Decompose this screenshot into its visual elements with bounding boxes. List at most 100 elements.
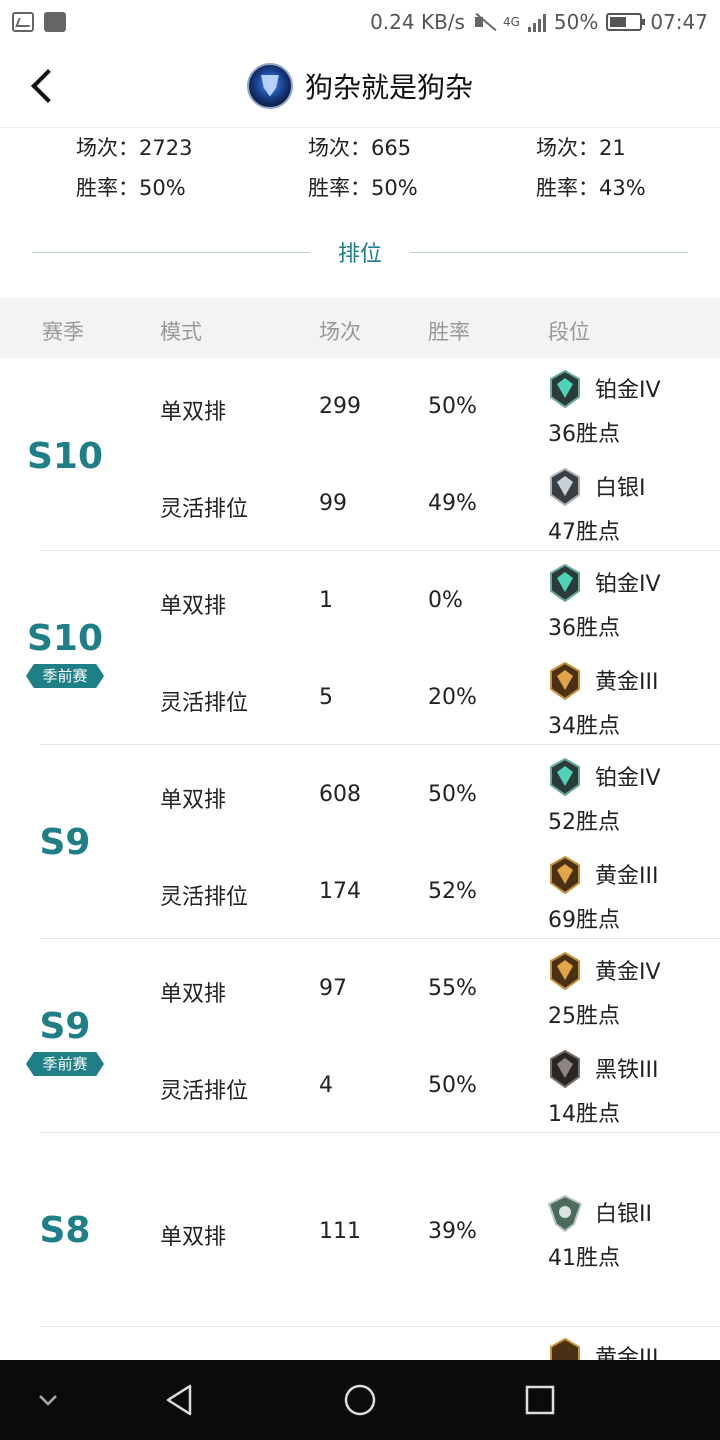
winrate: 20% <box>428 685 477 710</box>
summary-games: 场次：2723 <box>76 136 193 160</box>
gold-emblem-icon <box>550 662 580 700</box>
winrate: 39% <box>428 1219 477 1244</box>
header-games: 场次 <box>319 320 361 344</box>
season-block[interactable]: S9 单双排 608 50% 铂金IV 52胜点 灵活排位 174 52% 黄金… <box>0 746 720 940</box>
winrate: 50% <box>428 782 477 807</box>
home-circle-icon[interactable] <box>340 1380 380 1420</box>
points: 36胜点 <box>548 422 620 447</box>
silver-emblem-icon <box>550 468 580 506</box>
tier: 铂金IV <box>595 766 661 791</box>
summary-games: 场次：665 <box>308 136 412 160</box>
winrate: 55% <box>428 976 477 1001</box>
tier: 黑铁III <box>595 1058 659 1083</box>
row-divider <box>40 1326 720 1327</box>
winrate: 52% <box>428 879 477 904</box>
tier: 白银I <box>595 476 646 501</box>
mode: 灵活排位 <box>160 1079 249 1104</box>
collapse-icon[interactable] <box>28 1380 68 1420</box>
games: 608 <box>319 782 361 807</box>
season-block[interactable]: S10 季前赛 单双排 1 0% 铂金IV 36胜点 灵活排位 5 20% 黄金… <box>0 552 720 746</box>
summary-winrate: 胜率：50% <box>76 176 186 200</box>
games: 5 <box>319 685 333 710</box>
summary-games: 场次：21 <box>536 136 626 160</box>
games: 4 <box>319 1073 333 1098</box>
points: 36胜点 <box>548 616 620 641</box>
row-divider <box>40 550 720 551</box>
section-ranked: 排位 <box>32 232 689 272</box>
summary-col-3: 场次：21 胜率：43% <box>536 128 646 208</box>
row-divider <box>40 938 720 939</box>
section-title: 排位 <box>338 242 383 267</box>
row-divider <box>40 744 720 745</box>
mode: 灵活排位 <box>160 691 249 716</box>
battery-percent: 50% <box>553 10 599 34</box>
gallery-icon <box>12 12 34 32</box>
battery-icon <box>606 13 646 31</box>
status-bar: 0.24 KB/s 4G 50% 07:47 <box>0 0 720 44</box>
tier: 黄金III <box>595 864 659 889</box>
games: 99 <box>319 491 347 516</box>
row-divider <box>40 1132 720 1133</box>
back-triangle-icon[interactable] <box>160 1380 200 1420</box>
signal-icon <box>527 12 546 32</box>
season-block[interactable]: S9 季前赛 单双排 97 55% 黄金IV 25胜点 灵活排位 4 50% 黑… <box>0 940 720 1134</box>
platinum-emblem-icon <box>550 370 580 408</box>
games: 174 <box>319 879 361 904</box>
recents-square-icon[interactable] <box>520 1380 560 1420</box>
summary-col-2: 场次：665 胜率：50% <box>308 128 418 208</box>
divider-line <box>410 251 689 253</box>
tier: 铂金IV <box>595 378 661 403</box>
season-block[interactable]: S8 单双排 111 39% 白银II 41胜点 <box>0 1134 720 1328</box>
mode: 单双排 <box>160 982 227 1007</box>
points: 52胜点 <box>548 810 620 835</box>
summary-winrate: 胜率：43% <box>536 176 646 200</box>
season-block[interactable]: S10 单双排 299 50% 铂金IV 36胜点 灵活排位 99 49% 白银… <box>0 358 720 552</box>
games: 1 <box>319 588 333 613</box>
season-label: S9 <box>39 1006 91 1047</box>
header-season: 赛季 <box>42 320 84 344</box>
silver-emblem-icon <box>548 1194 582 1232</box>
tier: 铂金IV <box>595 572 661 597</box>
season-label: S10 <box>26 618 104 659</box>
summary-winrate: 胜率：50% <box>308 176 418 200</box>
winrate: 50% <box>428 394 477 419</box>
gold-emblem-icon <box>550 856 580 894</box>
points: 41胜点 <box>548 1246 620 1271</box>
header-rank: 段位 <box>548 320 590 344</box>
tier: 黄金IV <box>595 960 661 985</box>
winrate: 50% <box>428 1073 477 1098</box>
activity-icon <box>44 12 66 32</box>
games: 299 <box>319 394 361 419</box>
mode: 灵活排位 <box>160 497 249 522</box>
summary-stats: 场次：2723 胜率：50% 场次：665 胜率：50% 场次：21 胜率：43… <box>0 128 720 208</box>
mode: 单双排 <box>160 1225 227 1250</box>
gold-emblem-icon <box>550 952 580 990</box>
avatar[interactable] <box>246 62 293 109</box>
clock: 07:47 <box>650 10 708 34</box>
season-label: S8 <box>39 1210 91 1251</box>
preseason-badge: 季前赛 <box>26 1052 104 1076</box>
page-title: 狗杂就是狗杂 <box>304 70 473 104</box>
summary-col-1: 场次：2723 胜率：50% <box>76 128 192 208</box>
mode: 单双排 <box>160 400 227 425</box>
tier: 白银II <box>595 1202 652 1227</box>
season-label: S10 <box>26 436 104 477</box>
screen: 0.24 KB/s 4G 50% 07:47 狗杂就是狗杂 场次：2723 胜率… <box>0 0 720 1440</box>
network-speed: 0.24 KB/s <box>370 10 465 34</box>
divider-line <box>32 251 310 253</box>
games: 97 <box>319 976 347 1001</box>
season-label: S9 <box>39 822 91 863</box>
network-type: 4G <box>502 15 520 29</box>
app-header: 狗杂就是狗杂 <box>0 44 720 128</box>
back-arrow-icon[interactable] <box>26 66 66 106</box>
winrate: 49% <box>428 491 477 516</box>
mode: 灵活排位 <box>160 885 249 910</box>
games: 111 <box>319 1219 361 1244</box>
points: 69胜点 <box>548 908 620 933</box>
winrate: 0% <box>428 588 463 613</box>
points: 25胜点 <box>548 1004 620 1029</box>
header-mode: 模式 <box>160 320 202 344</box>
iron-emblem-icon <box>550 1050 580 1088</box>
points: 14胜点 <box>548 1102 620 1127</box>
tier: 黄金III <box>595 670 659 695</box>
